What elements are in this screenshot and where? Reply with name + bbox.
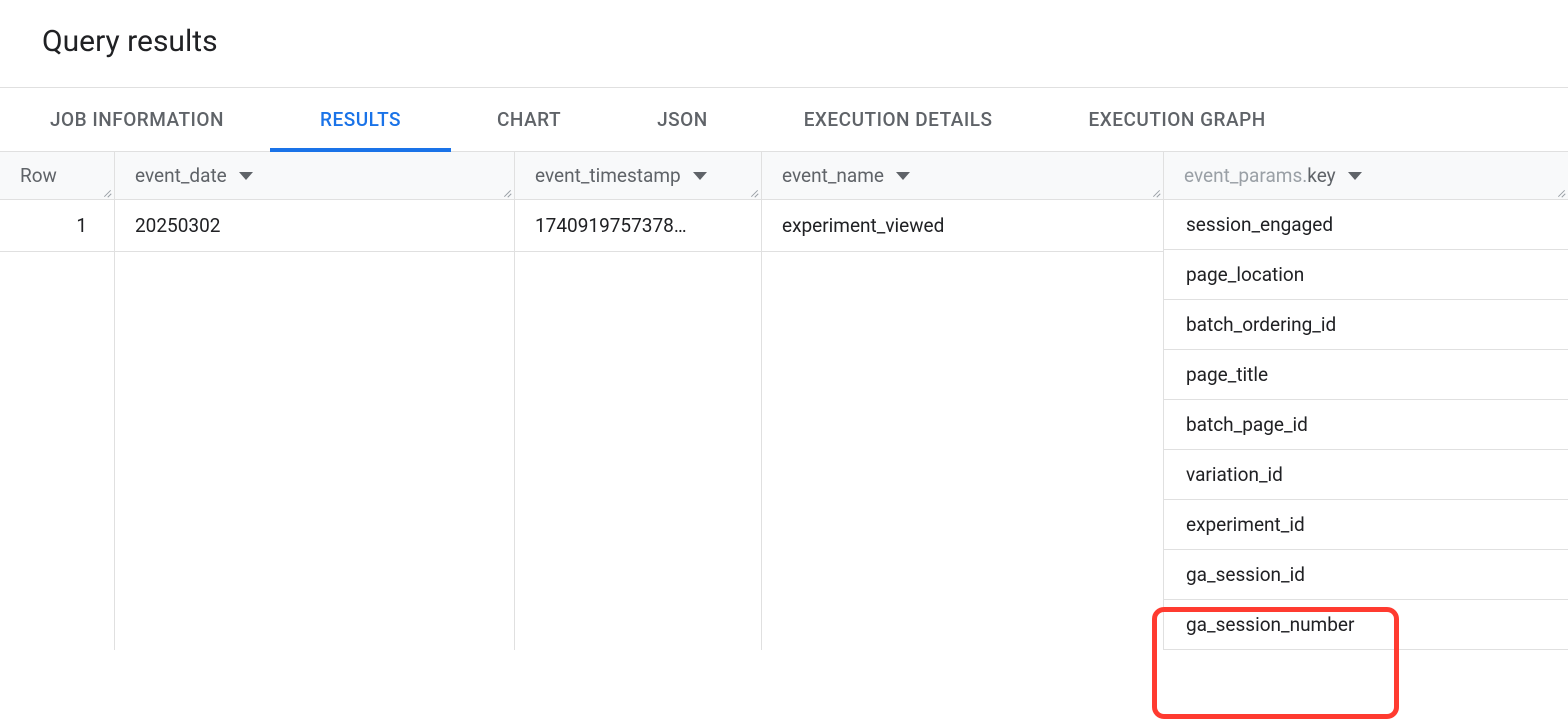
param-value-cell: experiment_id: [1164, 500, 1568, 550]
row-number-cell: 1: [0, 200, 115, 252]
row-number-column: 1: [0, 200, 115, 650]
event-params-column: session_engaged page_location batch_orde…: [1164, 200, 1568, 650]
resize-handle-icon[interactable]: [1556, 187, 1566, 197]
column-header-event-date[interactable]: event_date: [115, 152, 515, 199]
column-header-label: event_params.key: [1184, 164, 1336, 187]
resize-handle-icon[interactable]: [502, 187, 512, 197]
sort-down-icon[interactable]: [239, 172, 253, 180]
column-header-event-name[interactable]: event_name: [762, 152, 1164, 199]
tabs-bar: JOB INFORMATION RESULTS CHART JSON EXECU…: [0, 87, 1568, 152]
param-value-cell: ga_session_number: [1164, 600, 1568, 650]
param-value-cell: variation_id: [1164, 450, 1568, 500]
event-date-column: 20250302: [115, 200, 515, 650]
column-header-label: event_date: [135, 164, 227, 187]
event-timestamp-column: 1740919757378…: [515, 200, 762, 650]
tab-execution-graph[interactable]: EXECUTION GRAPH: [1081, 88, 1274, 151]
sort-down-icon[interactable]: [896, 172, 910, 180]
tab-job-information[interactable]: JOB INFORMATION: [42, 88, 232, 151]
tab-results[interactable]: RESULTS: [312, 88, 409, 151]
tab-chart[interactable]: CHART: [489, 88, 569, 151]
column-header-row[interactable]: Row: [0, 152, 115, 199]
param-value-cell: ga_session_id: [1164, 550, 1568, 600]
sort-down-icon[interactable]: [693, 172, 707, 180]
param-value-cell: batch_ordering_id: [1164, 300, 1568, 350]
param-value-cell: page_location: [1164, 250, 1568, 300]
column-header-event-params-key[interactable]: event_params.key: [1164, 152, 1568, 199]
param-value-cell: page_title: [1164, 350, 1568, 400]
event-name-cell: experiment_viewed: [762, 200, 1164, 252]
param-value-cell: batch_page_id: [1164, 400, 1568, 450]
event-date-cell: 20250302: [115, 200, 515, 252]
table-header-row: Row event_date event_timestamp event_nam…: [0, 152, 1568, 200]
column-header-event-timestamp[interactable]: event_timestamp: [515, 152, 762, 199]
results-table: Row event_date event_timestamp event_nam…: [0, 152, 1568, 650]
tab-execution-details[interactable]: EXECUTION DETAILS: [796, 88, 1001, 151]
column-header-label: event_timestamp: [535, 164, 681, 187]
sort-down-icon[interactable]: [1348, 172, 1362, 180]
column-header-label: event_name: [782, 164, 884, 187]
resize-handle-icon[interactable]: [749, 187, 759, 197]
resize-handle-icon[interactable]: [1151, 187, 1161, 197]
event-name-column: experiment_viewed: [762, 200, 1164, 650]
param-value-cell: session_engaged: [1164, 200, 1568, 250]
resize-handle-icon[interactable]: [102, 187, 112, 197]
table-body: 1 20250302 1740919757378… experiment_vie…: [0, 200, 1568, 650]
column-header-label: Row: [20, 164, 57, 187]
event-timestamp-cell: 1740919757378…: [515, 200, 762, 252]
tab-json[interactable]: JSON: [649, 88, 716, 151]
page-title: Query results: [0, 0, 1568, 87]
